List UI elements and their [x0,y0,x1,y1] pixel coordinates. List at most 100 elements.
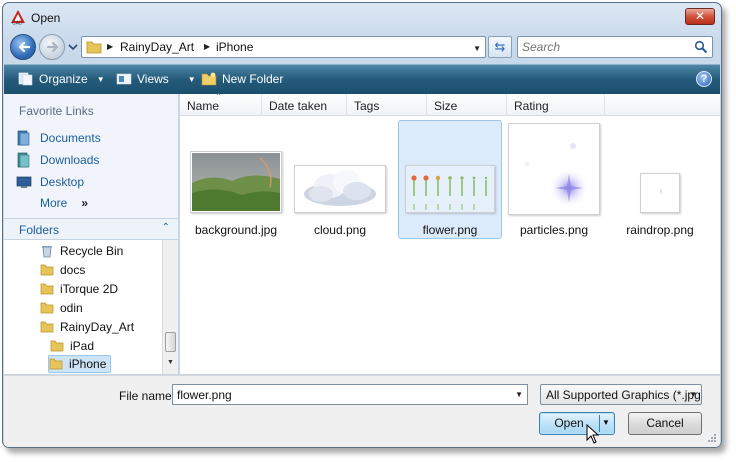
command-toolbar: Organize ▼ Views ▼ New Folder ? [4,64,720,94]
chevron-down-icon[interactable]: ▼ [689,390,697,399]
breadcrumb-separator[interactable]: ▶ [107,42,113,51]
chevron-up-icon[interactable]: ⌃ [162,222,170,233]
search-icon[interactable] [694,40,708,54]
breadcrumb-separator[interactable]: ▶ [204,42,210,51]
column-label: Date taken [269,99,328,113]
file-name-field[interactable] [177,387,507,402]
file-name: flower.png [422,223,478,237]
address-bar[interactable]: ▶ RainyDay_Art ▶ iPhone ▼ [81,36,486,58]
file-item-background[interactable]: background.jpg [188,121,284,239]
back-button[interactable] [10,34,36,60]
organize-label: Organize [39,72,88,86]
favorite-documents-label: Documents [40,131,101,145]
desktop-icon [16,176,32,188]
column-rating[interactable]: Rating [507,94,605,116]
folder-icon [50,340,64,352]
file-name: cloud.png [313,223,367,237]
tree-item-label: iPad [70,339,95,353]
forward-button[interactable] [39,34,65,60]
chevron-down-icon[interactable] [68,42,78,52]
recycle-bin-icon [42,246,52,258]
file-item-flower[interactable]: flower.png [398,120,502,239]
column-label: Size [434,99,458,113]
close-button[interactable]: ✕ [685,8,715,25]
tree-item-rainyday-art[interactable]: RainyDay_Art [40,318,138,336]
tree-item-iphone[interactable]: iPhone [48,355,112,373]
chevron-down-icon: ▼ [187,74,196,84]
close-icon: ✕ [694,9,706,23]
folder-tree: Recycle Bin docs iTorque 2D odin RainyDa… [4,240,162,374]
file-type-filter[interactable]: All Supported Graphics (*.jpg; ▼ [540,384,702,405]
refresh-button[interactable]: ⇆ [488,36,512,58]
file-item-particles[interactable]: particles.png [506,121,602,239]
organize-button[interactable]: Organize ▼ [18,72,105,86]
views-icon [116,73,132,85]
open-options-dropdown-icon[interactable]: ▼ [602,418,610,428]
chevron-down-icon[interactable]: ▼ [515,390,523,399]
tree-item-docs[interactable]: docs [40,261,89,279]
autocad-icon: CAD [11,10,25,26]
column-size[interactable]: Size [427,94,507,116]
folders-header-label: Folders [19,223,60,237]
column-label: Tags [354,99,380,113]
tree-item-label: docs [60,263,86,277]
file-name: raindrop.png [626,223,694,237]
views-button[interactable]: Views ▼ [116,72,196,86]
file-name: particles.png [519,223,589,237]
file-thumbnail [640,173,680,213]
raindrop-thumbnail-icon [641,174,679,212]
svg-text:CAD: CAD [12,21,23,26]
title-bar: CAD Open ✕ [3,3,721,31]
help-icon[interactable]: ? [696,71,712,87]
more-label: More [40,196,68,210]
favorite-desktop[interactable]: Desktop [16,174,84,190]
chevron-down-icon: ▼ [96,74,105,84]
new-folder-label: New Folder [222,72,284,86]
column-tags[interactable]: Tags [347,94,427,116]
downloads-icon [17,152,30,168]
column-label: Name [187,99,220,113]
breadcrumb-iphone[interactable]: iPhone [216,40,253,54]
file-name-combobox[interactable]: ▼ [172,384,528,405]
file-name: background.jpg [194,223,278,237]
tree-item-recycle-bin[interactable]: Recycle Bin [40,242,127,260]
address-dropdown-icon[interactable]: ▼ [473,44,481,53]
folder-icon [40,302,54,314]
favorites-more-button[interactable]: More » [40,196,88,210]
file-thumbnail [405,165,495,213]
tree-item-itorque-2d[interactable]: iTorque 2D [40,280,122,298]
cancel-button[interactable]: Cancel [628,412,702,435]
tree-item-odin[interactable]: odin [40,299,87,317]
file-name-panel: File name: ▼ All Supported Graphics (*.j… [4,375,720,447]
folder-icon [49,358,63,370]
folder-tree-scrollbar[interactable]: ▼ [162,240,178,374]
file-item-cloud[interactable]: cloud.png [292,121,388,239]
resize-grip-icon[interactable] [707,433,717,443]
mouse-cursor-icon [586,424,600,444]
scrollbar-thumb[interactable] [165,332,176,352]
cloud-thumbnail-icon [304,170,376,206]
open-button[interactable]: Open ▼ [539,412,615,435]
tree-item-label: iTorque 2D [60,282,119,296]
file-item-raindrop[interactable]: raindrop.png [612,121,708,239]
column-headers: ⌃ Name Date taken Tags Size Rating [180,92,720,116]
file-list-pane: ⌃ Name Date taken Tags Size Rating backg… [180,92,720,374]
favorite-desktop-label: Desktop [40,175,85,189]
tree-item-label: odin [60,301,83,315]
favorite-documents[interactable]: Documents [16,130,101,146]
scroll-down-icon[interactable]: ▼ [167,359,174,366]
tree-item-ipad[interactable]: iPad [50,337,98,355]
search-box[interactable] [517,36,713,58]
favorite-downloads-label: Downloads [40,153,100,167]
new-folder-button[interactable]: New Folder [201,72,283,86]
documents-icon [17,130,30,146]
breadcrumb-rainyday-art[interactable]: RainyDay_Art [120,40,194,54]
column-name[interactable]: ⌃ Name [180,92,262,116]
favorite-downloads[interactable]: Downloads [16,152,99,168]
column-label: Rating [514,99,549,113]
column-date-taken[interactable]: Date taken [262,94,347,116]
open-dialog: CAD Open ✕ ▶ RainyDay_Art ▶ iPhone ▼ ⇆ S… [2,2,722,448]
folders-header[interactable]: Folders ⌃ [4,218,178,240]
file-type-filter-value: All Supported Graphics (*.jpg; [546,388,702,402]
search-input[interactable] [522,39,692,55]
